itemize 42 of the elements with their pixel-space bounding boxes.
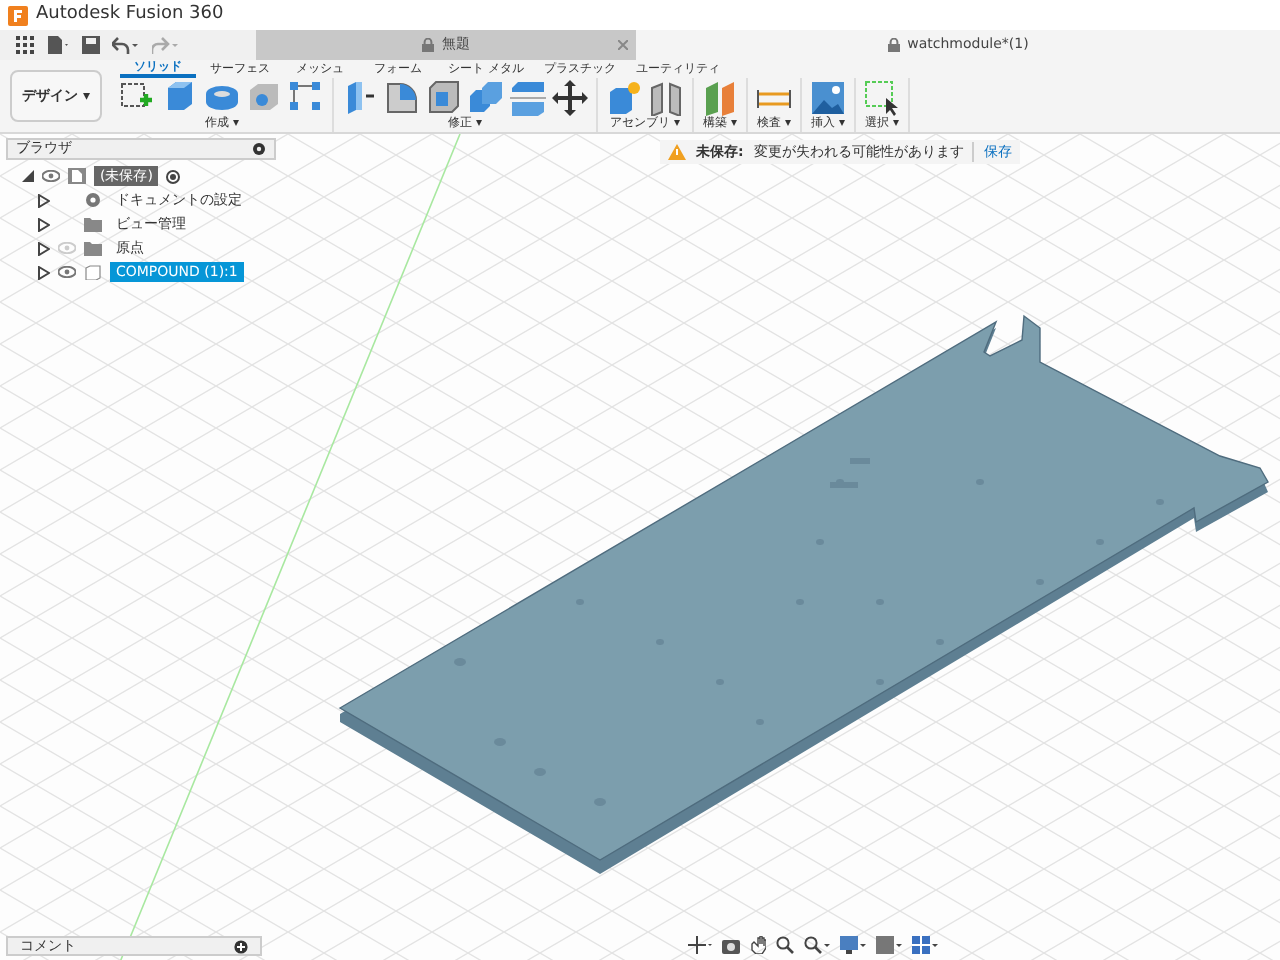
search-icon[interactable] bbox=[804, 936, 830, 954]
joint-icon[interactable] bbox=[648, 80, 684, 116]
app-logo-icon bbox=[8, 5, 28, 25]
pattern-icon[interactable] bbox=[288, 80, 324, 116]
select-icon[interactable] bbox=[864, 80, 900, 116]
revolve-icon[interactable] bbox=[204, 80, 240, 116]
hand-icon[interactable] bbox=[750, 936, 766, 954]
zoom-icon[interactable] bbox=[776, 936, 794, 954]
press-pull-icon[interactable] bbox=[342, 80, 378, 116]
document-icon bbox=[68, 168, 86, 184]
activate-icon[interactable] bbox=[166, 169, 181, 183]
save-icon[interactable] bbox=[82, 36, 100, 54]
component-icon[interactable] bbox=[606, 80, 642, 116]
display-icon[interactable] bbox=[840, 936, 866, 954]
grid-display-icon[interactable] bbox=[876, 936, 902, 954]
fillet-icon[interactable] bbox=[384, 80, 420, 116]
collapsed-arrow-icon[interactable] bbox=[38, 265, 50, 279]
settings-icon[interactable] bbox=[252, 142, 266, 156]
expanded-arrow-icon[interactable] bbox=[22, 170, 34, 182]
collapsed-arrow-icon[interactable] bbox=[38, 217, 50, 231]
warning-icon bbox=[668, 144, 686, 160]
extrude-icon[interactable] bbox=[162, 80, 198, 116]
lock-icon bbox=[887, 38, 900, 52]
add-icon[interactable] bbox=[234, 939, 248, 953]
component-icon bbox=[84, 264, 102, 280]
combine-icon[interactable] bbox=[468, 80, 504, 116]
viewports-icon[interactable] bbox=[912, 936, 938, 954]
window-title: Autodesk Fusion 360 bbox=[36, 1, 224, 28]
image-icon[interactable] bbox=[810, 80, 846, 116]
lock-icon bbox=[422, 38, 434, 52]
eye-icon[interactable] bbox=[58, 266, 76, 278]
orbit-icon[interactable] bbox=[688, 936, 712, 954]
plane-icon[interactable] bbox=[702, 80, 738, 116]
hole-icon[interactable] bbox=[246, 80, 282, 116]
eye-icon[interactable] bbox=[42, 170, 60, 182]
collapsed-arrow-icon[interactable] bbox=[38, 241, 50, 255]
collapsed-arrow-icon[interactable] bbox=[38, 193, 50, 207]
grid-menu-icon[interactable] bbox=[16, 36, 34, 54]
undo-icon[interactable] bbox=[112, 36, 140, 54]
gear-icon bbox=[84, 192, 102, 208]
move-icon[interactable] bbox=[552, 80, 588, 116]
shell-icon[interactable] bbox=[426, 80, 462, 116]
